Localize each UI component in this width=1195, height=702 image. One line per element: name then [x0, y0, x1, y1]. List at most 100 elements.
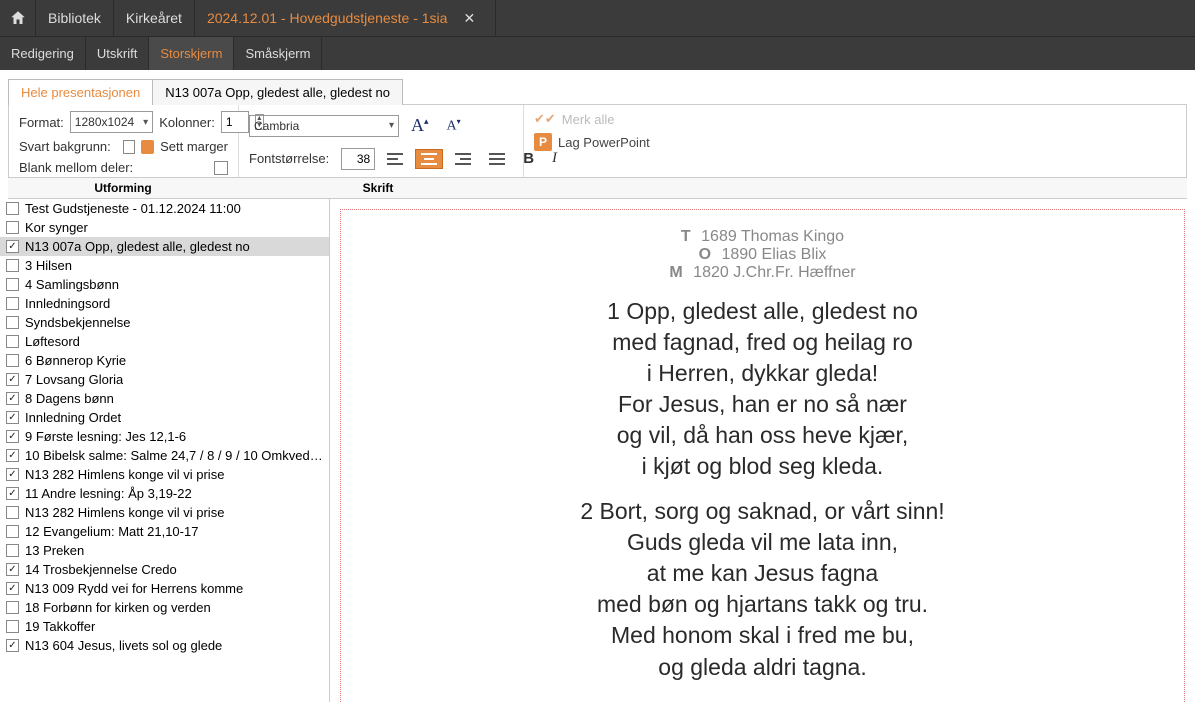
list-item[interactable]: N13 282 Himlens konge vil vi prise: [0, 465, 329, 484]
list-item[interactable]: 10 Bibelsk salme: Salme 24,7 / 8 / 9 / 1…: [0, 446, 329, 465]
slide-meta-line: T 1689 Thomas Kingo: [381, 228, 1144, 246]
font-shrink-button[interactable]: A▾: [441, 113, 467, 139]
align-justify-button[interactable]: [483, 149, 511, 169]
list-item-label: 3 Hilsen: [25, 258, 72, 273]
powerpoint-icon: P: [534, 133, 552, 151]
crumb-kirkearet[interactable]: Kirkeåret: [114, 0, 195, 36]
section-utforming: Utforming: [8, 178, 238, 198]
list-item-checkbox[interactable]: [6, 430, 19, 443]
list-item[interactable]: Kor synger: [0, 218, 329, 237]
list-item-label: N13 604 Jesus, livets sol og glede: [25, 638, 222, 653]
list-item-checkbox[interactable]: [6, 316, 19, 329]
svart-checkbox[interactable]: [123, 140, 135, 154]
list-item-checkbox[interactable]: [6, 259, 19, 272]
list-item[interactable]: 7 Lovsang Gloria: [0, 370, 329, 389]
list-item[interactable]: Innledning Ordet: [0, 408, 329, 427]
list-item-checkbox[interactable]: [6, 525, 19, 538]
close-tab-button[interactable]: ✕: [455, 10, 483, 27]
list-item-checkbox[interactable]: [6, 392, 19, 405]
list-item[interactable]: 9 Første lesning: Jes 12,1-6: [0, 427, 329, 446]
subtab-1[interactable]: N13 007a Opp, gledest alle, gledest no: [153, 79, 403, 105]
check-all-icon: ✔✔: [534, 111, 556, 127]
list-item[interactable]: 11 Andre lesning: Åp 3,19-22: [0, 484, 329, 503]
slide-meta-line: O 1890 Elias Blix: [381, 246, 1144, 264]
menu-redigering[interactable]: Redigering: [0, 37, 86, 70]
fontsize-input[interactable]: [341, 148, 375, 170]
list-item-label: 10 Bibelsk salme: Salme 24,7 / 8 / 9 / 1…: [25, 448, 323, 463]
list-item[interactable]: 6 Bønnerop Kyrie: [0, 351, 329, 370]
list-item[interactable]: Syndsbekjennelse: [0, 313, 329, 332]
list-item-checkbox[interactable]: [6, 487, 19, 500]
menu-småskjerm[interactable]: Småskjerm: [234, 37, 322, 70]
list-item-checkbox[interactable]: [6, 373, 19, 386]
list-item-label: Løftesord: [25, 334, 80, 349]
list-item[interactable]: 12 Evangelium: Matt 21,10-17: [0, 522, 329, 541]
list-item-label: N13 009 Rydd vei for Herrens komme: [25, 581, 243, 596]
list-item-checkbox[interactable]: [6, 354, 19, 367]
list-item-label: 9 Første lesning: Jes 12,1-6: [25, 429, 186, 444]
list-item-checkbox[interactable]: [6, 506, 19, 519]
menu-utskrift[interactable]: Utskrift: [86, 37, 149, 70]
list-item-checkbox[interactable]: [6, 221, 19, 234]
crumb-bibliotek[interactable]: Bibliotek: [36, 0, 114, 36]
list-item[interactable]: 3 Hilsen: [0, 256, 329, 275]
menu-storskjerm[interactable]: Storskjerm: [149, 37, 234, 70]
merk-alle-button: ✔✔ Merk alle: [534, 111, 650, 127]
sett-marger-button[interactable]: Sett marger: [160, 139, 228, 154]
list-item-checkbox[interactable]: [6, 335, 19, 348]
list-item-checkbox[interactable]: [6, 411, 19, 424]
blank-checkbox[interactable]: [214, 161, 228, 175]
align-left-icon: [387, 153, 403, 165]
subtab-0[interactable]: Hele presentasjonen: [8, 79, 153, 105]
lag-powerpoint-button[interactable]: P Lag PowerPoint: [534, 133, 650, 151]
list-item[interactable]: N13 604 Jesus, livets sol og glede: [0, 636, 329, 655]
crumb-current-label: 2024.12.01 - Hovedgudstjeneste - 1sia: [207, 10, 448, 26]
list-item-checkbox[interactable]: [6, 297, 19, 310]
list-item[interactable]: N13 009 Rydd vei for Herrens komme: [0, 579, 329, 598]
list-item[interactable]: 14 Trosbekjennelse Credo: [0, 560, 329, 579]
list-item-checkbox[interactable]: [6, 544, 19, 557]
format-select[interactable]: 1280x1024: [70, 111, 153, 133]
align-justify-icon: [489, 153, 505, 165]
list-item[interactable]: 4 Samlingsbønn: [0, 275, 329, 294]
home-icon: [9, 9, 27, 27]
blank-label: Blank mellom deler:: [19, 160, 133, 175]
list-item-checkbox[interactable]: [6, 202, 19, 215]
list-item[interactable]: 8 Dagens bønn: [0, 389, 329, 408]
svart-label: Svart bakgrunn:: [19, 139, 111, 154]
list-item-checkbox[interactable]: [6, 278, 19, 291]
font-grow-button[interactable]: A▴: [405, 111, 435, 140]
align-left-button[interactable]: [381, 149, 409, 169]
align-center-button[interactable]: [415, 149, 443, 169]
list-item-label: N13 282 Himlens konge vil vi prise: [25, 505, 224, 520]
slide: T 1689 Thomas KingoO 1890 Elias BlixM 18…: [340, 209, 1185, 702]
list-item[interactable]: 13 Preken: [0, 541, 329, 560]
list-item-label: Test Gudstjeneste - 01.12.2024 11:00: [25, 201, 241, 216]
list-item-checkbox[interactable]: [6, 563, 19, 576]
list-item[interactable]: 19 Takkoffer: [0, 617, 329, 636]
item-list[interactable]: Test Gudstjeneste - 01.12.2024 11:00 Kor …: [0, 199, 330, 702]
list-item[interactable]: Innledningsord: [0, 294, 329, 313]
list-item-checkbox[interactable]: [6, 639, 19, 652]
list-item-checkbox[interactable]: [6, 620, 19, 633]
list-item-checkbox[interactable]: [6, 468, 19, 481]
list-item[interactable]: 18 Forbønn for kirken og verden: [0, 598, 329, 617]
list-item-checkbox[interactable]: [6, 601, 19, 614]
align-right-icon: [455, 153, 471, 165]
list-item-checkbox[interactable]: [6, 240, 19, 253]
list-item[interactable]: N13 282 Himlens konge vil vi prise: [0, 503, 329, 522]
home-button[interactable]: [0, 0, 36, 36]
list-item[interactable]: Test Gudstjeneste - 01.12.2024 11:00: [0, 199, 329, 218]
list-item-label: 13 Preken: [25, 543, 84, 558]
font-select[interactable]: Cambria: [249, 115, 399, 137]
list-item-checkbox[interactable]: [6, 582, 19, 595]
list-item-label: 18 Forbønn for kirken og verden: [25, 600, 211, 615]
list-item-label: N13 007a Opp, gledest alle, gledest no: [25, 239, 250, 254]
crumb-current[interactable]: 2024.12.01 - Hovedgudstjeneste - 1sia ✕: [195, 0, 496, 36]
list-item-checkbox[interactable]: [6, 449, 19, 462]
list-item-label: 19 Takkoffer: [25, 619, 95, 634]
list-item-label: Syndsbekjennelse: [25, 315, 131, 330]
list-item[interactable]: Løftesord: [0, 332, 329, 351]
list-item[interactable]: N13 007a Opp, gledest alle, gledest no: [0, 237, 329, 256]
align-right-button[interactable]: [449, 149, 477, 169]
